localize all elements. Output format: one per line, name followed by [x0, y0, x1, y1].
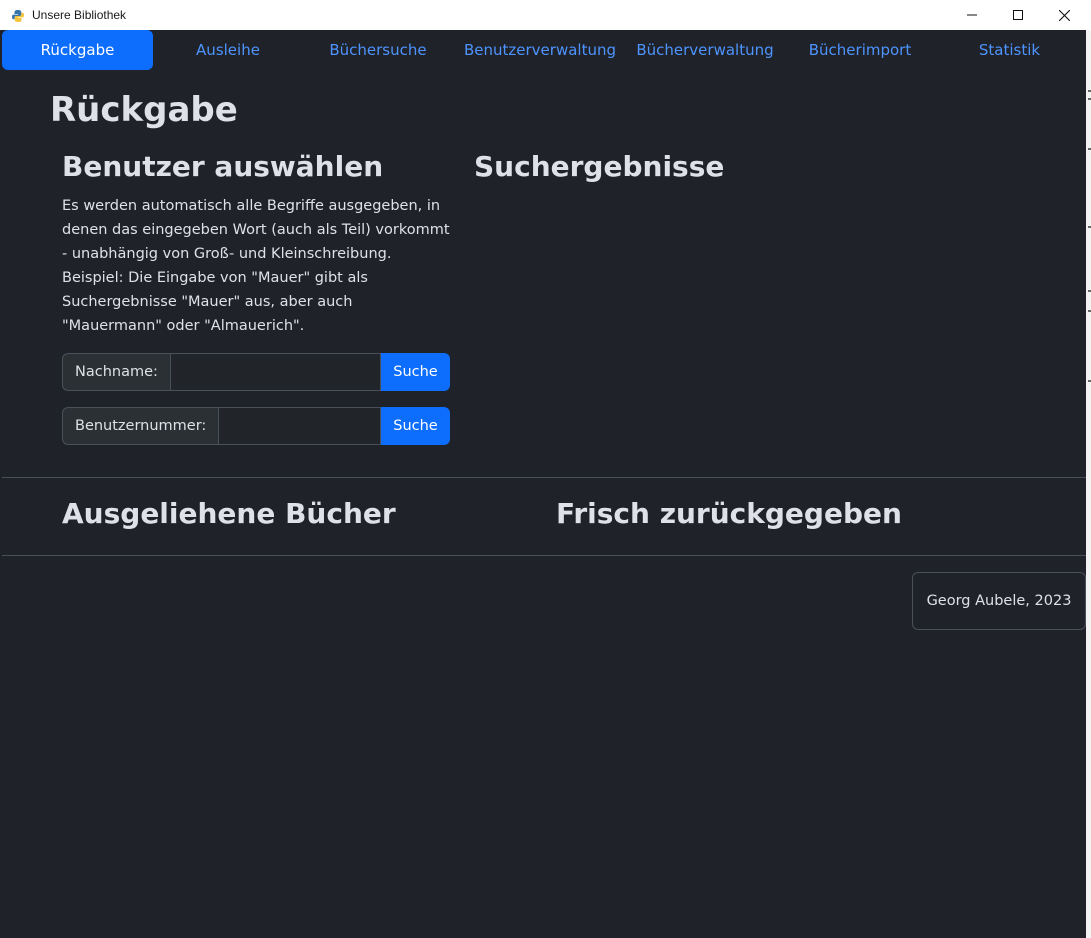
- usernumber-search-group: Benutzernummer: Suche: [62, 407, 450, 445]
- nav-tab-buechersuche[interactable]: Büchersuche: [303, 30, 453, 70]
- nav-tab-statistik[interactable]: Statistik: [937, 30, 1082, 70]
- main-nav: Rückgabe Ausleihe Büchersuche Benutzerve…: [2, 30, 1086, 70]
- close-icon: [1058, 9, 1070, 21]
- nav-tab-rueckgabe[interactable]: Rückgabe: [2, 30, 153, 70]
- search-help-paragraph: Es werden automatisch alle Begriffe ausg…: [62, 198, 450, 262]
- nav-tab-ausleihe[interactable]: Ausleihe: [153, 30, 303, 70]
- usernumber-search-button[interactable]: Suche: [381, 407, 450, 445]
- lastname-search-group: Nachname: Suche: [62, 353, 450, 391]
- nav-tab-buecherimport[interactable]: Bücherimport: [783, 30, 937, 70]
- page-title: Rückgabe: [50, 90, 238, 130]
- search-example-paragraph: Beispiel: Die Eingabe von "Mauer" gibt a…: [62, 270, 368, 334]
- divider: [2, 555, 1086, 556]
- borrowed-books-heading: Ausgeliehene Bücher: [62, 497, 396, 530]
- minimize-button[interactable]: [949, 0, 995, 30]
- usernumber-input[interactable]: [218, 407, 381, 445]
- minimize-icon: [967, 14, 977, 16]
- background-window-edge: [1086, 30, 1091, 938]
- usernumber-label: Benutzernummer:: [62, 407, 219, 445]
- maximize-button[interactable]: [995, 0, 1041, 30]
- lastname-label: Nachname:: [62, 353, 170, 391]
- nav-tab-buecherverwaltung[interactable]: Bücherverwaltung: [627, 30, 783, 70]
- window-title: Unsere Bibliothek: [32, 8, 127, 22]
- search-help-text: Es werden automatisch alle Begriffe ausg…: [62, 194, 456, 338]
- divider: [2, 477, 1086, 478]
- app-body: Rückgabe Ausleihe Büchersuche Benutzerve…: [2, 30, 1086, 938]
- footer-credit: Georg Aubele, 2023: [912, 572, 1086, 630]
- maximize-icon: [1013, 10, 1023, 20]
- nav-tab-benutzerverwaltung[interactable]: Benutzerverwaltung: [453, 30, 627, 70]
- lastname-input[interactable]: [169, 353, 381, 391]
- search-results-heading: Suchergebnisse: [474, 150, 725, 183]
- close-button[interactable]: [1041, 0, 1087, 30]
- window-titlebar: Unsere Bibliothek: [0, 0, 1091, 30]
- recently-returned-heading: Frisch zurückgegeben: [556, 497, 902, 530]
- user-select-heading: Benutzer auswählen: [62, 150, 384, 183]
- lastname-search-button[interactable]: Suche: [381, 353, 450, 391]
- python-icon: [11, 8, 25, 22]
